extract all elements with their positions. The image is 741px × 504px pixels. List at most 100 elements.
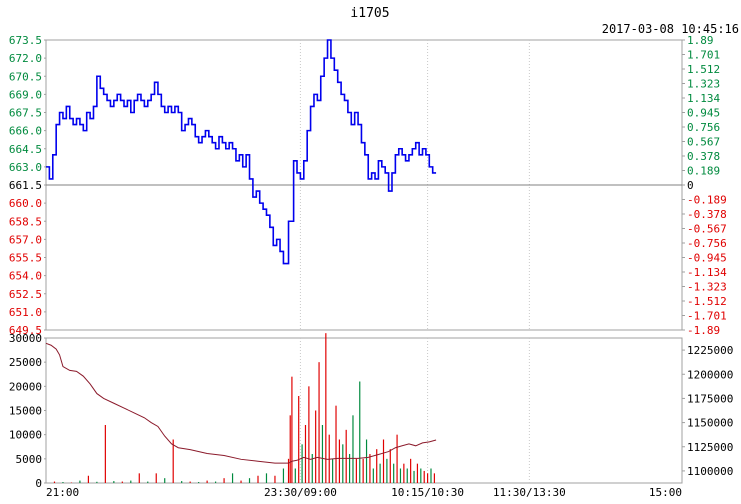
volume-bar bbox=[315, 411, 316, 484]
volume-bar bbox=[164, 478, 165, 483]
volume-bar bbox=[207, 481, 208, 483]
volume-bar bbox=[96, 482, 97, 483]
volume-bar bbox=[369, 454, 370, 483]
time-tick-label: 11:30/13:30 bbox=[493, 486, 566, 499]
price-tick-label: 673.5 bbox=[9, 34, 42, 47]
percent-tick-label: -0.378 bbox=[687, 208, 727, 221]
price-tick-label: 657.0 bbox=[9, 233, 42, 246]
volume-bar bbox=[249, 478, 250, 483]
volume-bar bbox=[156, 473, 157, 483]
price-tick-label: 663.0 bbox=[9, 161, 42, 174]
price-tick-label: 658.5 bbox=[9, 215, 42, 228]
volume-bar bbox=[393, 464, 394, 483]
volume-panel-frame bbox=[46, 338, 682, 483]
time-tick-label: 15:00 bbox=[649, 486, 682, 499]
volume-bar bbox=[396, 435, 397, 483]
open-interest-line bbox=[46, 343, 436, 463]
volume-bar bbox=[274, 476, 275, 483]
open-interest-tick-label: 1125000 bbox=[687, 441, 733, 454]
percent-tick-label: 0 bbox=[687, 179, 694, 192]
percent-tick-label: 1.134 bbox=[687, 92, 720, 105]
percent-tick-label: -1.512 bbox=[687, 295, 727, 308]
price-tick-label: 651.0 bbox=[9, 306, 42, 319]
volume-tick-label: 5000 bbox=[16, 453, 43, 466]
volume-bar bbox=[325, 333, 326, 483]
price-tick-label: 655.5 bbox=[9, 252, 42, 265]
volume-bar bbox=[352, 415, 353, 483]
volume-bar bbox=[376, 449, 377, 483]
percent-tick-label: -1.323 bbox=[687, 281, 727, 294]
volume-bar bbox=[130, 481, 131, 483]
volume-tick-label: 15000 bbox=[9, 405, 42, 418]
price-tick-label: 654.0 bbox=[9, 270, 42, 283]
volume-tick-label: 0 bbox=[35, 477, 42, 490]
volume-bar bbox=[181, 481, 182, 483]
percent-tick-label: -0.567 bbox=[687, 223, 727, 236]
volume-bar bbox=[420, 469, 421, 484]
volume-bar bbox=[386, 459, 387, 483]
volume-bar bbox=[427, 473, 428, 483]
percent-tick-label: 0.567 bbox=[687, 136, 720, 149]
volume-bar bbox=[339, 440, 340, 484]
volume-bar bbox=[366, 440, 367, 484]
volume-bar bbox=[139, 473, 140, 483]
volume-bar bbox=[434, 473, 435, 483]
volume-bar bbox=[410, 459, 411, 483]
volume-bar bbox=[283, 469, 284, 484]
price-panel: 673.5672.0670.5669.0667.5666.0664.5663.0… bbox=[9, 34, 727, 337]
volume-bar bbox=[223, 478, 224, 483]
percent-tick-label: 1.323 bbox=[687, 78, 720, 91]
volume-bar bbox=[356, 459, 357, 483]
volume-tick-label: 20000 bbox=[9, 380, 42, 393]
volume-bar bbox=[240, 481, 241, 483]
volume-bar bbox=[173, 440, 174, 484]
volume-bar bbox=[232, 473, 233, 483]
time-tick-label: 21:00 bbox=[46, 486, 79, 499]
time-axis: 21:00 23:30/09:00 10:15/10:30 11:30/13:30 15… bbox=[46, 486, 682, 499]
percent-tick-label: 0.378 bbox=[687, 150, 720, 163]
open-interest-tick-label: 1100000 bbox=[687, 465, 733, 478]
percent-tick-label: -0.756 bbox=[687, 237, 727, 250]
volume-tick-label: 30000 bbox=[9, 332, 42, 345]
percent-tick-label: 1.701 bbox=[687, 49, 720, 62]
volume-bar bbox=[383, 440, 384, 484]
volume-bar bbox=[359, 382, 360, 484]
volume-bar bbox=[62, 482, 63, 483]
volume-bar bbox=[198, 482, 199, 483]
open-interest-tick-label: 1175000 bbox=[687, 392, 733, 405]
percent-tick-label: -0.189 bbox=[687, 194, 727, 207]
volume-bar bbox=[113, 481, 114, 483]
time-tick-label: 10:15/10:30 bbox=[391, 486, 464, 499]
volume-bar bbox=[322, 425, 323, 483]
percent-tick-label: 1.89 bbox=[687, 34, 714, 47]
percent-tick-label: -1.701 bbox=[687, 310, 727, 323]
volume-bar bbox=[413, 471, 414, 483]
price-tick-label: 669.0 bbox=[9, 88, 42, 101]
volume-bar bbox=[88, 476, 89, 483]
volume-bar bbox=[390, 449, 391, 483]
volume-bar bbox=[403, 464, 404, 483]
price-tick-label: 664.5 bbox=[9, 143, 42, 156]
volume-bar bbox=[417, 464, 418, 483]
volume-bar bbox=[54, 482, 55, 483]
volume-bar bbox=[407, 469, 408, 484]
price-tick-label: 672.0 bbox=[9, 52, 42, 65]
percent-tick-label: -0.945 bbox=[687, 252, 727, 265]
volume-bar bbox=[363, 459, 364, 483]
volume-bar bbox=[215, 482, 216, 483]
open-interest-tick-label: 1150000 bbox=[687, 417, 733, 430]
volume-bar bbox=[290, 415, 291, 483]
volume-bar bbox=[318, 362, 319, 483]
percent-tick-label: 1.512 bbox=[687, 63, 720, 76]
volume-bar bbox=[257, 476, 258, 483]
chart-title: i1705 bbox=[350, 6, 389, 21]
volume-bar bbox=[380, 464, 381, 483]
price-tick-label: 660.0 bbox=[9, 197, 42, 210]
volume-bar bbox=[335, 406, 336, 483]
volume-bar bbox=[305, 425, 306, 483]
percent-tick-label: 0.189 bbox=[687, 165, 720, 178]
time-tick-label: 23:30/09:00 bbox=[264, 486, 337, 499]
volume-tick-label: 25000 bbox=[9, 356, 42, 369]
volume-panel: 3000025000200001500010000500001225000120… bbox=[9, 332, 733, 490]
volume-bar bbox=[291, 377, 292, 483]
